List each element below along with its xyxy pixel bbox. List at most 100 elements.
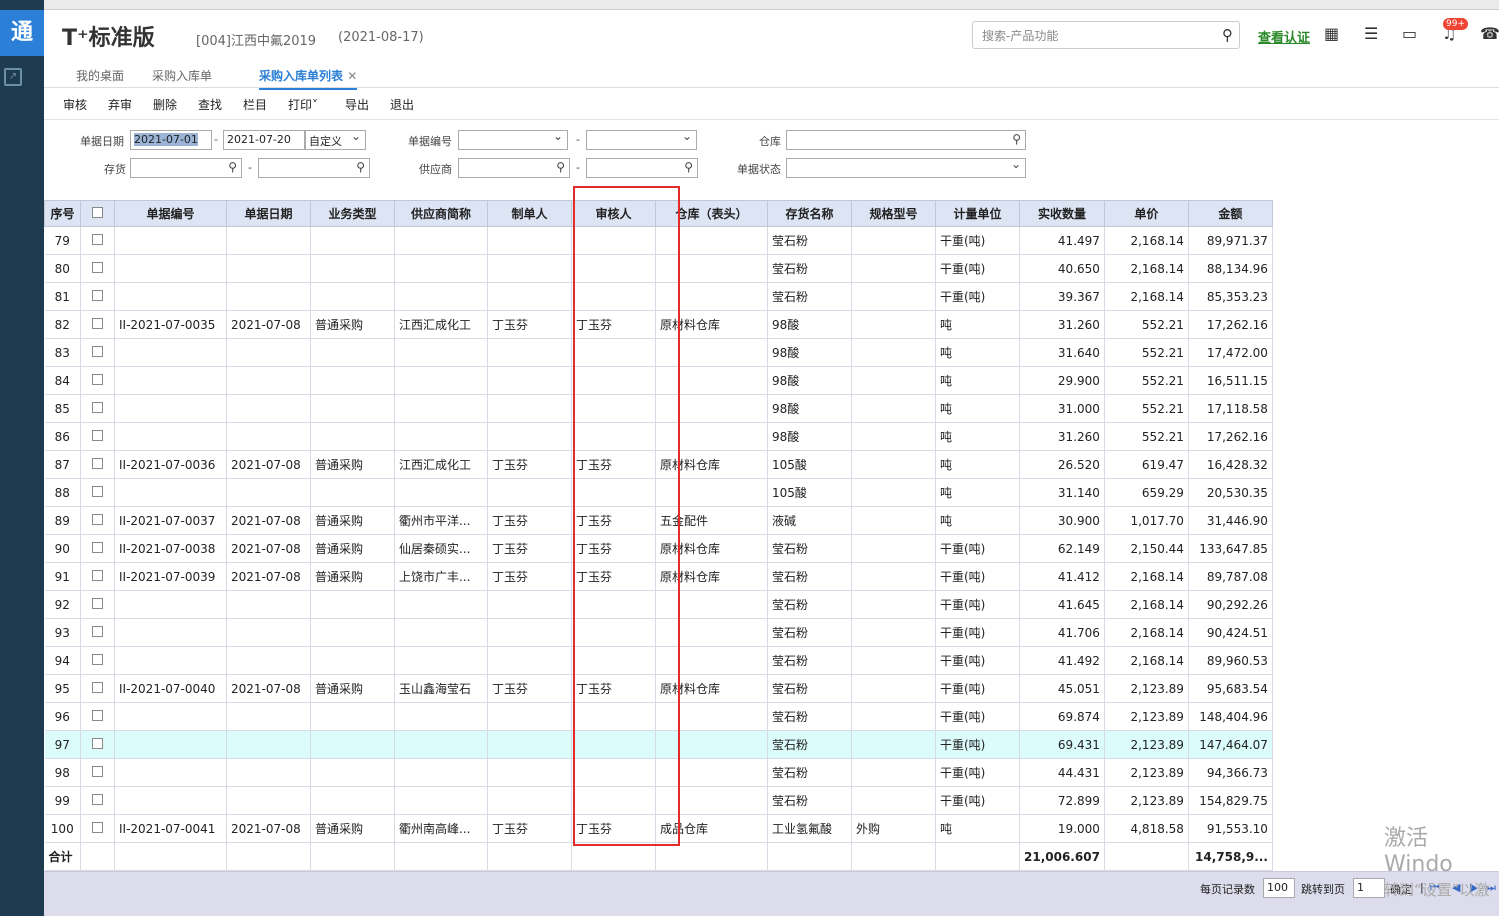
table-row[interactable]: 92 莹石粉 干重(吨) 41.645 2,168.14 90,292.26 bbox=[44, 590, 1273, 619]
close-icon[interactable]: ✕ bbox=[347, 69, 357, 83]
checkbox[interactable] bbox=[92, 737, 103, 749]
row-checkbox[interactable] bbox=[80, 702, 115, 731]
per-page-input[interactable]: 100 bbox=[1263, 878, 1295, 898]
table-row[interactable]: 100 II-2021-07-0041 2021-07-08 普通采购 衢州南高峰...… bbox=[44, 814, 1273, 843]
column-header[interactable]: 序号 bbox=[44, 200, 81, 227]
row-checkbox[interactable] bbox=[80, 282, 115, 311]
delete-button[interactable]: 删除 bbox=[153, 96, 177, 113]
warehouse-field[interactable] bbox=[786, 130, 1026, 150]
checkbox[interactable] bbox=[92, 569, 103, 581]
approve-button[interactable]: 审核 bbox=[63, 96, 87, 113]
checkbox[interactable] bbox=[92, 597, 103, 609]
table-row[interactable]: 79 莹石粉 干重(吨) 41.497 2,168.14 89,971.37 bbox=[44, 226, 1273, 255]
date-from-field[interactable]: 2021-07-01 bbox=[130, 130, 212, 150]
column-header[interactable]: 供应商简称 bbox=[394, 200, 488, 227]
column-header[interactable]: 存货名称 bbox=[767, 200, 852, 227]
app-logo[interactable]: 通 bbox=[0, 10, 44, 56]
table-row[interactable]: 99 莹石粉 干重(吨) 72.899 2,123.89 154,829.75 bbox=[44, 786, 1273, 815]
checkbox[interactable] bbox=[92, 765, 103, 777]
find-button[interactable]: 查找 bbox=[198, 96, 222, 113]
table-row[interactable]: 80 莹石粉 干重(吨) 40.650 2,168.14 88,134.96 bbox=[44, 254, 1273, 283]
checkbox[interactable] bbox=[92, 261, 103, 273]
row-checkbox[interactable] bbox=[80, 450, 115, 479]
row-checkbox[interactable] bbox=[80, 366, 115, 395]
checkbox[interactable] bbox=[92, 625, 103, 637]
row-checkbox[interactable] bbox=[80, 422, 115, 451]
inventory-to-field[interactable] bbox=[258, 158, 370, 178]
checkbox[interactable] bbox=[92, 709, 103, 721]
table-row[interactable]: 91 II-2021-07-0039 2021-07-08 普通采购 上饶市广丰... 丁… bbox=[44, 562, 1273, 591]
table-row[interactable]: 84 98酸 吨 29.900 552.21 16,511.15 bbox=[44, 366, 1273, 395]
column-header[interactable]: 实收数量 bbox=[1019, 200, 1105, 227]
checkbox[interactable] bbox=[92, 485, 103, 497]
column-header[interactable]: 制单人 bbox=[487, 200, 572, 227]
checkbox[interactable] bbox=[92, 653, 103, 665]
table-row[interactable]: 96 莹石粉 干重(吨) 69.874 2,123.89 148,404.96 bbox=[44, 702, 1273, 731]
column-header[interactable]: 规格型号 bbox=[851, 200, 936, 227]
checkbox[interactable] bbox=[92, 206, 103, 218]
export-icon[interactable]: ↗ bbox=[4, 68, 22, 86]
search-input[interactable]: 搜索-产品功能 ⚲ bbox=[972, 21, 1240, 49]
column-header[interactable]: 计量单位 bbox=[935, 200, 1020, 227]
checkbox[interactable] bbox=[92, 457, 103, 469]
tab-purchase-receipt[interactable]: 采购入库单 bbox=[152, 67, 212, 84]
search-icon[interactable]: ⚲ bbox=[1222, 26, 1233, 44]
status-select[interactable] bbox=[786, 157, 1026, 178]
calculator-icon[interactable]: ▦ bbox=[1324, 24, 1339, 43]
table-row[interactable]: 81 莹石粉 干重(吨) 39.367 2,168.14 85,353.23 bbox=[44, 282, 1273, 311]
table-row[interactable]: 82 II-2021-07-0035 2021-07-08 普通采购 江西汇成化工 丁玉芬… bbox=[44, 310, 1273, 339]
checkbox[interactable] bbox=[92, 681, 103, 693]
select-all-checkbox[interactable] bbox=[80, 200, 115, 227]
row-checkbox[interactable] bbox=[80, 534, 115, 563]
row-checkbox[interactable] bbox=[80, 786, 115, 815]
table-row[interactable]: 86 98酸 吨 31.260 552.21 17,262.16 bbox=[44, 422, 1273, 451]
print-button[interactable]: 打印˅ bbox=[288, 96, 318, 113]
row-checkbox[interactable] bbox=[80, 506, 115, 535]
row-checkbox[interactable] bbox=[80, 478, 115, 507]
date-mode-select[interactable]: 自定义 bbox=[305, 129, 366, 150]
table-row[interactable]: 87 II-2021-07-0036 2021-07-08 普通采购 江西汇成化工 丁玉芬… bbox=[44, 450, 1273, 479]
table-row[interactable]: 89 II-2021-07-0037 2021-07-08 普通采购 衢州市平洋... 丁… bbox=[44, 506, 1273, 535]
row-checkbox[interactable] bbox=[80, 674, 115, 703]
column-header[interactable]: 金额 bbox=[1187, 200, 1273, 227]
tab-desktop[interactable]: 我的桌面 bbox=[76, 67, 124, 84]
supplier-to-field[interactable] bbox=[586, 158, 698, 178]
table-row[interactable]: 93 莹石粉 干重(吨) 41.706 2,168.14 90,424.51 bbox=[44, 618, 1273, 647]
supplier-from-field[interactable] bbox=[458, 158, 570, 178]
checkbox[interactable] bbox=[92, 289, 103, 301]
phone-icon[interactable]: ☎ bbox=[1480, 24, 1499, 43]
row-checkbox[interactable] bbox=[80, 310, 115, 339]
columns-button[interactable]: 栏目 bbox=[243, 96, 267, 113]
date-to-field[interactable]: 2021-07-20 bbox=[223, 130, 305, 150]
table-row[interactable]: 97 莹石粉 干重(吨) 69.431 2,123.89 147,464.07 bbox=[44, 730, 1273, 759]
table-row[interactable]: 95 II-2021-07-0040 2021-07-08 普通采购 玉山鑫海莹石 丁玉芬… bbox=[44, 674, 1273, 703]
table-row[interactable]: 85 98酸 吨 31.000 552.21 17,118.58 bbox=[44, 394, 1273, 423]
row-checkbox[interactable] bbox=[80, 226, 115, 255]
row-checkbox[interactable] bbox=[80, 730, 115, 759]
column-header[interactable]: 单价 bbox=[1103, 200, 1189, 227]
column-header[interactable]: 审核人 bbox=[571, 200, 656, 227]
row-checkbox[interactable] bbox=[80, 758, 115, 787]
row-checkbox[interactable] bbox=[80, 618, 115, 647]
column-header[interactable]: 单据编号 bbox=[114, 200, 227, 227]
checkbox[interactable] bbox=[92, 401, 103, 413]
table-row[interactable]: 88 105酸 吨 31.140 659.29 20,530.35 bbox=[44, 478, 1273, 507]
column-header[interactable]: 仓库（表头） bbox=[655, 200, 768, 227]
row-checkbox[interactable] bbox=[80, 254, 115, 283]
checkbox[interactable] bbox=[92, 317, 103, 329]
inventory-from-field[interactable] bbox=[130, 158, 242, 178]
checkbox[interactable] bbox=[92, 345, 103, 357]
checkbox[interactable] bbox=[92, 541, 103, 553]
row-checkbox[interactable] bbox=[80, 562, 115, 591]
row-checkbox[interactable] bbox=[80, 814, 115, 843]
exit-button[interactable]: 退出 bbox=[390, 96, 414, 113]
docno-to-select[interactable] bbox=[586, 129, 697, 150]
checkbox[interactable] bbox=[92, 373, 103, 385]
tab-purchase-receipt-list[interactable]: 采购入库单列表 ✕ bbox=[259, 67, 358, 90]
row-checkbox[interactable] bbox=[80, 646, 115, 675]
message-icon[interactable]: ▭ bbox=[1402, 24, 1417, 43]
unapprove-button[interactable]: 弃审 bbox=[108, 96, 132, 113]
table-row[interactable]: 90 II-2021-07-0038 2021-07-08 普通采购 仙居秦硕实... 丁… bbox=[44, 534, 1273, 563]
row-checkbox[interactable] bbox=[80, 394, 115, 423]
row-checkbox[interactable] bbox=[80, 590, 115, 619]
